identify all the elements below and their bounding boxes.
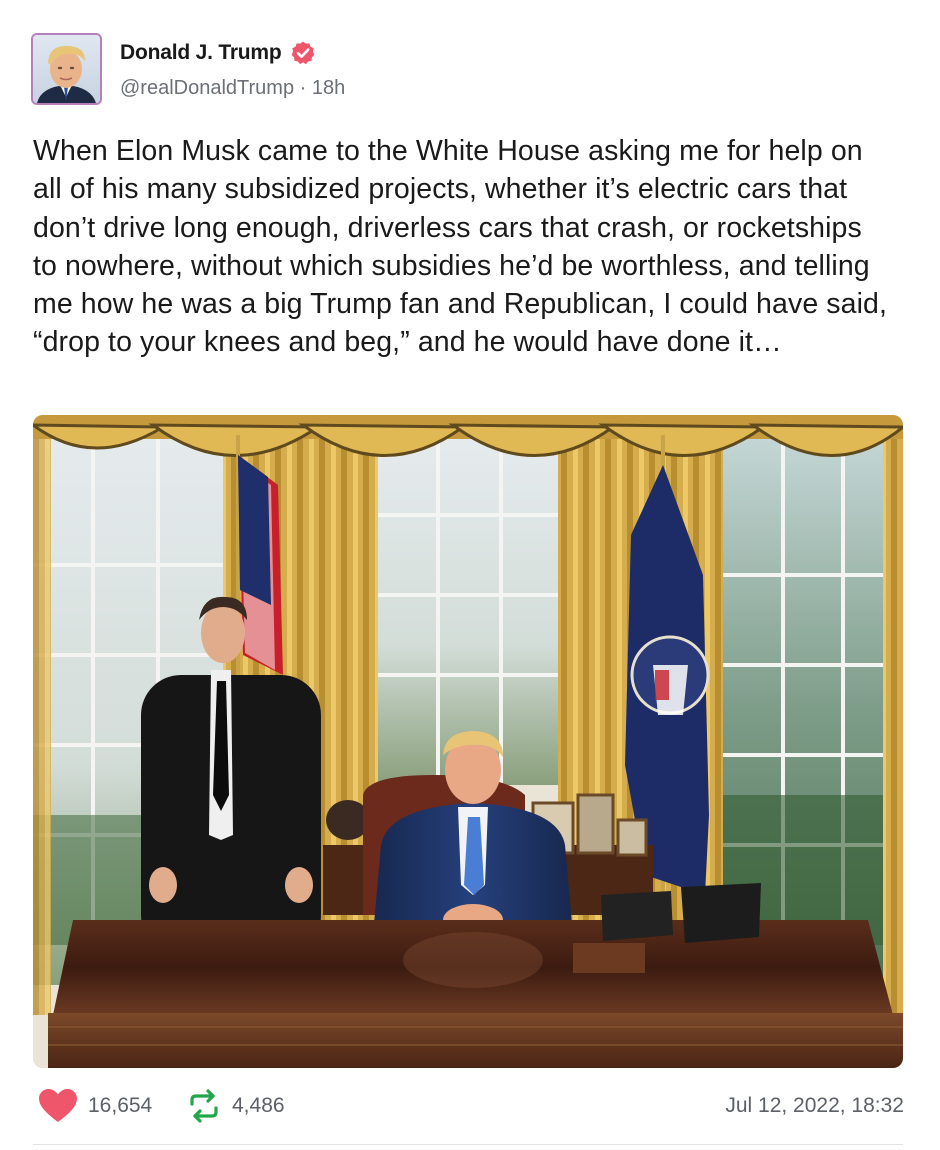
post-footer: 16,654 4,486 Jul 12, 2022, 18:32: [38, 1088, 904, 1128]
post-card: Donald J. Trump @realDonaldTrump · 18h W…: [0, 0, 940, 1150]
repost-icon: [190, 1089, 218, 1123]
handle-separator: ·: [299, 77, 307, 99]
post-age[interactable]: 18h: [312, 77, 345, 99]
post-timestamp[interactable]: Jul 12, 2022, 18:32: [725, 1094, 904, 1118]
repost-count: 4,486: [232, 1094, 285, 1117]
heart-icon: [39, 1089, 77, 1122]
divider: [33, 1144, 903, 1145]
author-display-name[interactable]: Donald J. Trump: [120, 41, 282, 65]
author-name-row: Donald J. Trump: [120, 40, 316, 66]
post-text: When Elon Musk came to the White House a…: [33, 135, 887, 359]
post-image[interactable]: [33, 415, 903, 1068]
avatar-portrait: [33, 35, 100, 103]
like-count: 16,654: [88, 1094, 153, 1117]
author-handle-row: @realDonaldTrump · 18h: [120, 77, 345, 100]
avatar[interactable]: [31, 33, 102, 105]
oval-office-photo: [33, 415, 903, 1068]
repost-button[interactable]: 4,486: [186, 1088, 285, 1124]
author-handle[interactable]: @realDonaldTrump: [120, 77, 294, 99]
verified-badge-icon: [291, 41, 314, 65]
like-button[interactable]: 16,654: [38, 1088, 152, 1124]
